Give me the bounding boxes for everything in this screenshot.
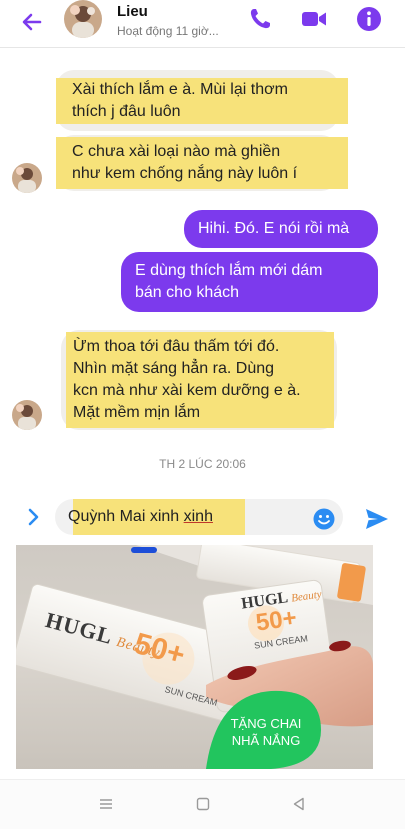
message-line: Nhìn mặt sáng hẳn ra. Dùng bbox=[73, 360, 275, 377]
incoming-message[interactable]: Ừm thoa tới đâu thấm tới đó. Nhìn mặt sá… bbox=[61, 330, 337, 430]
chevron-right-icon[interactable] bbox=[24, 506, 44, 528]
message-line: Xài thích lắm e à. Mùi lại thơm bbox=[72, 81, 288, 98]
info-icon[interactable] bbox=[356, 6, 382, 32]
message-line: Ừm thoa tới đâu thấm tới đó. bbox=[73, 338, 280, 355]
message-line: kcn mà như xài kem dưỡng e à. bbox=[73, 382, 301, 399]
arrow-left-icon[interactable] bbox=[18, 8, 46, 36]
sender-avatar bbox=[12, 400, 42, 430]
message-line: C chưa xài loại nào mà ghiền bbox=[72, 143, 281, 160]
video-camera-icon[interactable] bbox=[301, 6, 327, 32]
message-line: bán cho khách bbox=[135, 284, 240, 301]
brand-script: Beauty bbox=[290, 588, 323, 605]
message-input[interactable]: Quỳnh Mai xinh xinh bbox=[55, 499, 343, 535]
square-icon[interactable] bbox=[195, 796, 211, 812]
message-line: như kem chống nắng này luôn í bbox=[72, 165, 298, 182]
outgoing-message[interactable]: Hihi. Đó. E nói rồi mà bbox=[184, 210, 378, 248]
system-navigation-bar bbox=[0, 779, 405, 829]
input-text-underlined: xinh bbox=[183, 508, 213, 525]
message-line: E dùng thích lắm mới dám bbox=[135, 262, 323, 279]
chat-header: Lieu Hoạt động 11 giờ... bbox=[0, 0, 405, 48]
avatar-photo bbox=[12, 163, 42, 193]
message-composer: Quỳnh Mai xinh xinh bbox=[0, 493, 405, 543]
avatar-photo bbox=[12, 400, 42, 430]
incoming-message[interactable]: Xài thích lắm e à. Mùi lại thơm thích j … bbox=[56, 70, 348, 131]
contact-name[interactable]: Lieu bbox=[117, 3, 148, 20]
message-line: thích j đâu luôn bbox=[72, 103, 181, 120]
spf-label: 50+ bbox=[254, 604, 299, 637]
badge-line: TẶNG CHAI bbox=[230, 716, 302, 731]
menu-icon[interactable] bbox=[98, 796, 114, 812]
incoming-message[interactable]: C chưa xài loại nào mà ghiền như kem chố… bbox=[56, 135, 348, 191]
phone-icon[interactable] bbox=[247, 6, 273, 32]
smiley-icon[interactable] bbox=[313, 508, 335, 530]
avatar-photo bbox=[64, 0, 102, 38]
sender-avatar bbox=[12, 163, 42, 193]
message-text: Hihi. Đó. E nói rồi mà bbox=[198, 220, 350, 237]
message-line: Mặt mềm mịn lắm bbox=[73, 404, 201, 421]
promo-badge: TẶNG CHAI NHÃ NẮNG bbox=[212, 715, 320, 749]
triangle-back-icon[interactable] bbox=[291, 796, 307, 812]
active-status: Hoạt động 11 giờ... bbox=[117, 24, 219, 38]
input-text-main: Quỳnh Mai xinh bbox=[68, 508, 184, 525]
send-icon[interactable] bbox=[365, 507, 389, 531]
badge-line: NHÃ NẮNG bbox=[231, 733, 301, 748]
contact-avatar[interactable] bbox=[64, 0, 102, 38]
input-value: Quỳnh Mai xinh xinh bbox=[68, 508, 213, 526]
product-promo-image[interactable]: HUGL Beauty 50+ SUN CREAM HUGL Beauty 50… bbox=[16, 545, 373, 769]
message-timestamp: TH 2 LÚC 20:06 bbox=[159, 457, 246, 471]
outgoing-message[interactable]: E dùng thích lắm mới dám bán cho khách bbox=[121, 252, 378, 312]
